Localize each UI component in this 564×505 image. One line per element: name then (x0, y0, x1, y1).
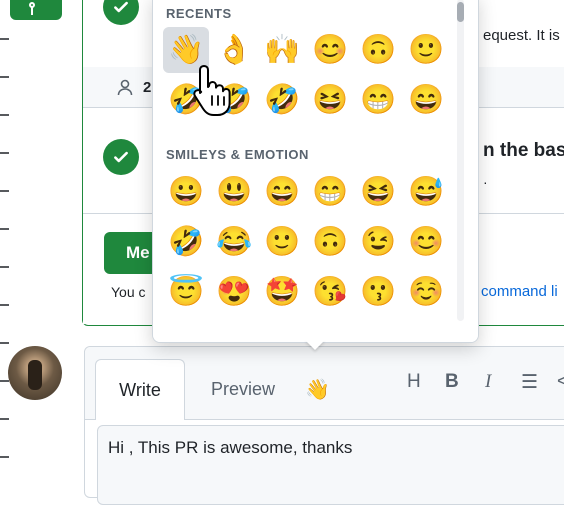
tab-preview[interactable]: Preview (211, 359, 275, 420)
emoji-option[interactable]: 🙌 (259, 27, 305, 73)
emoji-option[interactable]: ☺️ (403, 269, 449, 315)
emoji-button[interactable]: 👋 (305, 359, 330, 420)
emoji-option[interactable]: 😂 (211, 219, 257, 265)
smileys-title: SMILEYS & EMOTION (166, 147, 309, 162)
emoji-option[interactable]: 🤣 (163, 219, 209, 265)
picker-scrollbar[interactable] (457, 0, 464, 321)
emoji-option[interactable]: 🤣 (259, 77, 305, 123)
code-icon[interactable]: < (557, 371, 564, 393)
emoji-option[interactable]: 😄 (259, 169, 305, 215)
picker-caret (305, 340, 325, 350)
git-merge-icon (10, 0, 62, 20)
emoji-option[interactable]: 😊 (307, 27, 353, 73)
check-icon (103, 0, 139, 25)
status-text: equest. It is (483, 27, 560, 44)
command-line-link[interactable]: command li (481, 283, 558, 300)
emoji-option[interactable]: 😄 (403, 77, 449, 123)
merge-hint-text: You c (111, 284, 146, 300)
reviewer-count: 2 (143, 79, 152, 96)
emoji-option[interactable]: 😀 (163, 169, 209, 215)
timeline-rail (0, 0, 10, 480)
comment-textarea[interactable]: Hi , This PR is awesome, thanks (97, 425, 564, 505)
emoji-option[interactable]: 🙂 (259, 219, 305, 265)
emoji-option[interactable]: 🙂 (403, 27, 449, 73)
emoji-option[interactable]: 😁 (355, 77, 401, 123)
sub-dot: · (483, 174, 488, 190)
emoji-option[interactable]: 😆 (355, 169, 401, 215)
emoji-option[interactable]: 😅 (403, 169, 449, 215)
comment-header: Write Preview 👋 H B I ☰ < (85, 347, 564, 420)
italic-icon[interactable]: I (485, 371, 491, 393)
emoji-option[interactable]: 😉 (355, 219, 401, 265)
emoji-option[interactable]: 😇 (163, 269, 209, 315)
emoji-picker: RECENTS 👋 👌 🙌 😊 🙃 🙂 🤣 🤣 🤣 😆 😁 😄 SMILEYS & EMOTION 😀… (152, 0, 479, 343)
emoji-option[interactable]: 😁 (307, 169, 353, 215)
picker-scroll-thumb[interactable] (457, 2, 464, 22)
list-icon[interactable]: ☰ (521, 371, 538, 394)
emoji-option[interactable]: 😗 (355, 269, 401, 315)
tab-write[interactable]: Write (95, 359, 185, 420)
emoji-option[interactable]: 😆 (307, 77, 353, 123)
recents-title: RECENTS (166, 6, 232, 21)
comment-box: Write Preview 👋 H B I ☰ < Hi , This PR i… (84, 346, 564, 505)
hand-pointer-cursor (193, 65, 231, 116)
merge-status-heading: n the base (483, 140, 564, 161)
person-icon (117, 79, 133, 101)
emoji-option[interactable]: 😘 (307, 269, 353, 315)
emoji-option[interactable]: 😍 (211, 269, 257, 315)
check-icon (103, 139, 139, 175)
bold-icon[interactable]: B (445, 371, 459, 393)
smileys-grid: 😀 😃 😄 😁 😆 😅 🤣 😂 🙂 🙃 😉 😊 😇 😍 🤩 😘 😗 ☺️ (163, 169, 451, 319)
emoji-option[interactable]: 🙃 (307, 219, 353, 265)
avatar[interactable] (8, 346, 62, 400)
emoji-option[interactable]: 😊 (403, 219, 449, 265)
emoji-option[interactable]: 🙃 (355, 27, 401, 73)
heading-icon[interactable]: H (407, 371, 421, 393)
emoji-option[interactable]: 🤩 (259, 269, 305, 315)
emoji-option[interactable]: 😃 (211, 169, 257, 215)
